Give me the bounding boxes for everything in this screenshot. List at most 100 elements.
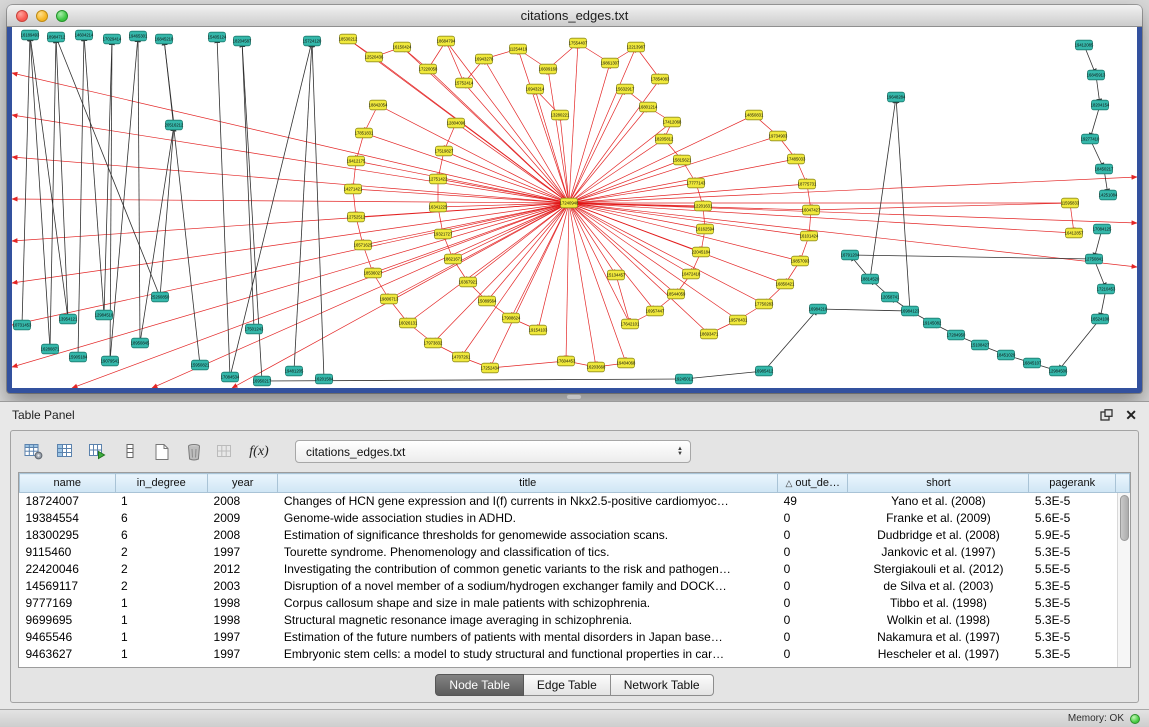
cell-pagerank[interactable]: 5.3E-5 xyxy=(1029,629,1115,646)
cell-pagerank[interactable]: 5.3E-5 xyxy=(1029,493,1115,510)
graph-node[interactable]: 16047427 xyxy=(802,205,821,215)
graph-node[interactable]: 16850421 xyxy=(776,279,795,289)
graph-node[interactable]: 12751422 xyxy=(429,174,448,184)
graph-edge[interactable] xyxy=(438,179,569,203)
graph-edge[interactable] xyxy=(811,203,1070,210)
graph-node[interactable]: 17240948 xyxy=(560,198,579,208)
graph-node[interactable]: 19245012 xyxy=(675,374,694,384)
cell-year[interactable]: 2008 xyxy=(208,493,278,510)
cell-short[interactable]: Hescheler et al. (1997) xyxy=(848,646,1029,663)
table-row[interactable]: 977716911998Corpus callosum shape and si… xyxy=(20,595,1130,612)
graph-edge[interactable] xyxy=(535,89,569,203)
cell-short[interactable]: Jankovic et al. (1997) xyxy=(848,544,1029,561)
graph-node[interactable]: 17220058 xyxy=(419,64,438,74)
cell-in_degree[interactable]: 2 xyxy=(115,544,208,561)
graph-node[interactable]: 17501243 xyxy=(245,324,264,334)
column-header-in_degree[interactable]: in_degree xyxy=(115,474,208,493)
cell-title[interactable]: Structural magnetic resonance image aver… xyxy=(278,612,778,629)
zoom-window-button[interactable] xyxy=(56,10,68,22)
cell-short[interactable]: Tibbo et al. (1998) xyxy=(848,595,1029,612)
graph-node[interactable]: 18451029 xyxy=(997,350,1016,360)
graph-node[interactable]: 19404068 xyxy=(617,358,636,368)
graph-node[interactable]: 19277410 xyxy=(1081,134,1100,144)
table-row[interactable]: 1938455462009Genome-wide association stu… xyxy=(20,510,1130,527)
graph-node[interactable]: 16524108 xyxy=(1091,314,1110,324)
cell-out_degree[interactable]: 0 xyxy=(778,544,848,561)
table-row[interactable]: 946362711997Embryonic stem cells: a mode… xyxy=(20,646,1130,663)
graph-node[interactable]: 19481205 xyxy=(285,366,304,376)
float-panel-icon[interactable] xyxy=(1100,409,1113,421)
graph-node[interactable]: 15905184 xyxy=(69,352,88,362)
minimize-window-button[interactable] xyxy=(36,10,48,22)
table-select-dropdown[interactable]: citations_edges.txt ▲▼ xyxy=(295,440,691,463)
graph-edge[interactable] xyxy=(569,115,754,203)
graph-node[interactable]: 18204587 xyxy=(233,36,252,46)
graph-node[interactable]: 12058741 xyxy=(881,292,900,302)
graph-edge[interactable] xyxy=(569,203,596,367)
cell-name[interactable]: 9465546 xyxy=(20,629,116,646)
import-table-icon[interactable] xyxy=(84,439,111,464)
graph-edge[interactable] xyxy=(490,361,566,368)
graph-node[interactable]: 15108427 xyxy=(971,340,990,350)
graph-node[interactable]: 15134457 xyxy=(607,270,626,280)
graph-node[interactable]: 16280871 xyxy=(41,344,60,354)
graph-edge[interactable] xyxy=(140,125,174,343)
graph-node[interactable]: 16571625 xyxy=(354,240,373,250)
cell-out_degree[interactable]: 0 xyxy=(778,510,848,527)
cell-short[interactable]: Wolkin et al. (1998) xyxy=(848,612,1029,629)
graph-edge[interactable] xyxy=(217,37,230,377)
graph-node[interactable]: 16801214 xyxy=(639,102,658,112)
graph-edge[interactable] xyxy=(684,371,764,379)
graph-node[interactable]: 15089564 xyxy=(478,296,497,306)
graph-node[interactable]: 12750841 xyxy=(1085,254,1104,264)
cell-name[interactable]: 14569117 xyxy=(20,578,116,595)
graph-node[interactable]: 17029414 xyxy=(103,34,122,44)
cell-short[interactable]: Stergiakouli et al. (2012) xyxy=(848,561,1029,578)
graph-node[interactable]: 18814520 xyxy=(861,274,880,284)
cell-title[interactable]: Embryonic stem cells: a model to study s… xyxy=(278,646,778,663)
graph-node[interactable]: 22045184 xyxy=(692,247,711,257)
cell-short[interactable]: de Silva et al. (2003) xyxy=(848,578,1029,595)
close-panel-icon[interactable]: ✕ xyxy=(1125,409,1137,421)
graph-node[interactable]: 17851831 xyxy=(355,128,374,138)
graph-node[interactable]: 16943214 xyxy=(526,84,545,94)
graph-node[interactable]: 13954121 xyxy=(59,314,78,324)
graph-node[interactable]: 17284950 xyxy=(947,330,966,340)
graph-node[interactable]: 11254419 xyxy=(509,44,528,54)
graph-node[interactable]: 18536027 xyxy=(364,268,383,278)
column-header-name[interactable]: name xyxy=(20,474,116,493)
graph-node[interactable]: 15752414 xyxy=(455,78,474,88)
graph-node[interactable]: 14604214 xyxy=(75,30,94,40)
graph-node[interactable]: 16957447 xyxy=(646,306,665,316)
tab-node-table[interactable]: Node Table xyxy=(435,674,524,696)
graph-node[interactable]: 11595833 xyxy=(1061,198,1080,208)
cell-out_degree[interactable]: 0 xyxy=(778,561,848,578)
graph-edge[interactable] xyxy=(78,35,84,357)
graph-node[interactable]: 19857093 xyxy=(791,256,810,266)
graph-edge[interactable] xyxy=(353,189,569,203)
cell-out_degree[interactable]: 49 xyxy=(778,493,848,510)
graph-node[interactable]: 14251084 xyxy=(1099,190,1118,200)
cell-in_degree[interactable]: 1 xyxy=(115,612,208,629)
cell-title[interactable]: Corpus callosum shape and size in male p… xyxy=(278,595,778,612)
graph-node[interactable]: 12804096 xyxy=(447,118,466,128)
graph-node[interactable]: 15724120 xyxy=(303,36,322,46)
graph-node[interactable]: 10472418 xyxy=(682,269,701,279)
row-tools-icon[interactable] xyxy=(116,439,143,464)
graph-node[interactable]: 16984210 xyxy=(809,304,828,314)
cell-pagerank[interactable]: 5.6E-5 xyxy=(1029,510,1115,527)
graph-node[interactable]: 19154103 xyxy=(529,325,548,335)
delete-table-icon[interactable] xyxy=(180,439,207,464)
graph-edge[interactable] xyxy=(363,203,569,245)
graph-node[interactable]: 18530212 xyxy=(339,34,358,44)
cell-out_degree[interactable]: 0 xyxy=(778,578,848,595)
graph-node[interactable]: 19412175 xyxy=(347,156,366,166)
cell-pagerank[interactable]: 5.3E-5 xyxy=(1029,578,1115,595)
tab-network-table[interactable]: Network Table xyxy=(611,674,714,696)
cell-year[interactable]: 1997 xyxy=(208,646,278,663)
cell-name[interactable]: 9777169 xyxy=(20,595,116,612)
graph-node[interactable]: 16367921 xyxy=(459,277,478,287)
graph-edge[interactable] xyxy=(389,203,569,299)
graph-node[interactable]: 17750283 xyxy=(755,299,774,309)
graph-node[interactable]: 12213987 xyxy=(627,42,646,52)
